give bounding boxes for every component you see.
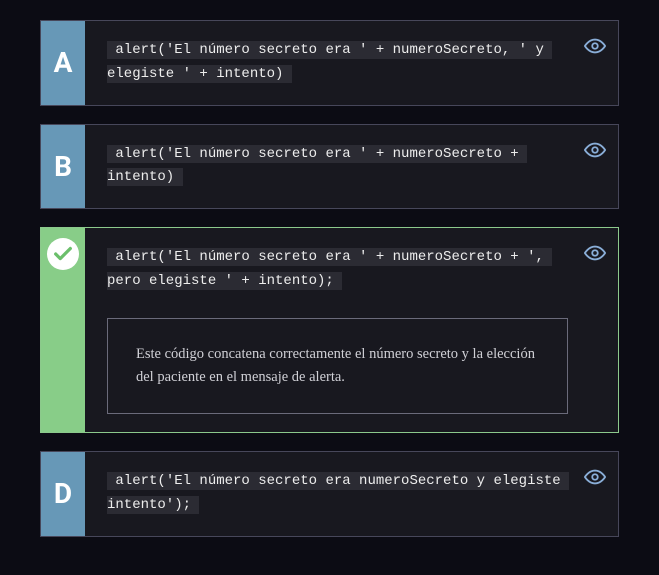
check-icon xyxy=(47,238,79,270)
eye-icon[interactable] xyxy=(584,466,606,488)
option-label-column xyxy=(41,228,85,432)
option-content: alert('El número secreto era numeroSecre… xyxy=(85,452,618,536)
code-snippet: alert('El número secreto era numeroSecre… xyxy=(107,470,568,518)
answer-option[interactable]: alert('El número secreto era ' + numeroS… xyxy=(40,227,619,433)
option-letter: B xyxy=(54,150,72,183)
option-content: alert('El número secreto era ' + numeroS… xyxy=(85,125,618,209)
eye-icon[interactable] xyxy=(584,139,606,161)
code-snippet: alert('El número secreto era ' + numeroS… xyxy=(107,246,568,294)
code-snippet: alert('El número secreto era ' + numeroS… xyxy=(107,39,568,87)
option-content: alert('El número secreto era ' + numeroS… xyxy=(85,21,618,105)
option-content: alert('El número secreto era ' + numeroS… xyxy=(85,228,618,432)
answer-option[interactable]: A alert('El número secreto era ' + numer… xyxy=(40,20,619,106)
option-label-column: B xyxy=(41,125,85,209)
answer-option[interactable]: B alert('El número secreto era ' + numer… xyxy=(40,124,619,210)
answer-option[interactable]: D alert('El número secreto era numeroSec… xyxy=(40,451,619,537)
eye-icon[interactable] xyxy=(584,242,606,264)
option-label-column: D xyxy=(41,452,85,536)
option-letter: A xyxy=(54,46,73,79)
code-snippet: alert('El número secreto era ' + numeroS… xyxy=(107,143,568,191)
option-label-column: A xyxy=(41,21,85,105)
option-letter: D xyxy=(54,477,72,510)
eye-icon[interactable] xyxy=(584,35,606,57)
explanation-text: Este código concatena correctamente el n… xyxy=(107,318,568,414)
